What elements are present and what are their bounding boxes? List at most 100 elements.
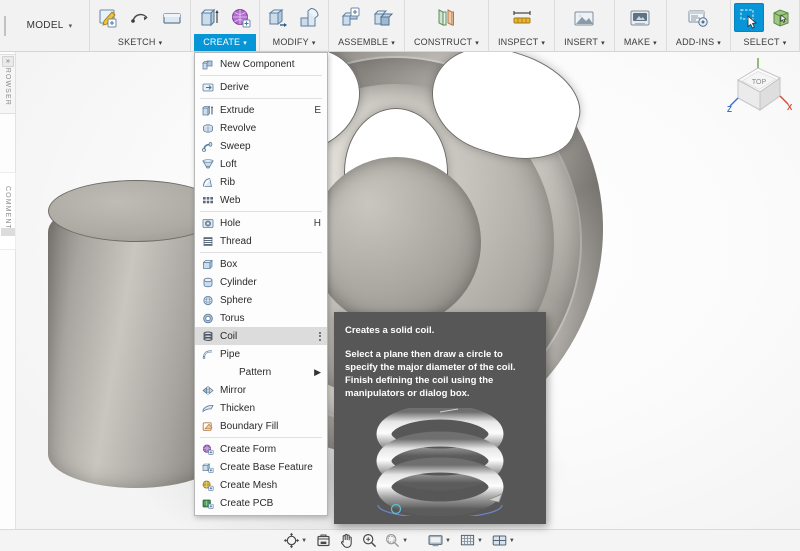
joint-icon[interactable] bbox=[368, 3, 398, 32]
menu-item-pipe[interactable]: Pipe bbox=[195, 345, 327, 363]
orbit-button[interactable]: ▼ bbox=[281, 532, 311, 550]
ribbon-panel-create: CREATE▾ bbox=[191, 0, 260, 51]
chevron-down-icon[interactable]: ▼ bbox=[509, 538, 515, 544]
revolve-icon bbox=[201, 122, 215, 135]
ribbon-panel-label-select[interactable]: SELECT▾ bbox=[734, 34, 796, 51]
create-dropdown-menu: New Component Derive Extrude E Revolve bbox=[194, 52, 328, 516]
chevron-down-icon[interactable]: ▼ bbox=[301, 538, 307, 544]
menu-item-label: Box bbox=[220, 259, 321, 270]
ribbon-panel-label-construct[interactable]: CONSTRUCT▾ bbox=[408, 34, 485, 51]
inspect-tool-icons bbox=[507, 2, 537, 33]
3d-print-icon[interactable] bbox=[625, 3, 655, 32]
torus-icon bbox=[201, 312, 215, 325]
sketch-dimension-icon[interactable] bbox=[125, 3, 155, 32]
chevron-down-icon[interactable]: ▼ bbox=[402, 538, 408, 544]
create-sketch-icon[interactable] bbox=[93, 3, 123, 32]
menu-item-new-component[interactable]: New Component bbox=[195, 55, 327, 73]
grid-snaps-button[interactable]: ▼ bbox=[457, 532, 487, 550]
chevron-down-icon: ▾ bbox=[601, 40, 605, 47]
create-form-icon[interactable] bbox=[226, 3, 256, 32]
menu-item-cylinder[interactable]: Cylinder bbox=[195, 273, 327, 291]
display-mode-icon[interactable] bbox=[766, 3, 796, 32]
insert-decal-icon[interactable] bbox=[569, 3, 599, 32]
viewports-button[interactable]: ▼ bbox=[489, 532, 519, 550]
menu-item-label: Mirror bbox=[220, 385, 321, 396]
ribbon-panel-select: SELECT▾ bbox=[731, 0, 800, 51]
ribbon-panel-label-inspect[interactable]: INSPECT▾ bbox=[492, 34, 551, 51]
menu-item-label: Thread bbox=[220, 236, 321, 247]
ribbon-panel-label-modify[interactable]: MODIFY▾ bbox=[263, 34, 325, 51]
addins-tool-icons bbox=[683, 2, 713, 33]
menu-item-create-form[interactable]: Create Form bbox=[195, 440, 327, 458]
rib-icon bbox=[201, 176, 215, 189]
menu-item-loft[interactable]: Loft bbox=[195, 155, 327, 173]
look-at-button[interactable] bbox=[313, 532, 334, 550]
pan-button[interactable] bbox=[336, 532, 357, 550]
sweep-icon bbox=[201, 140, 215, 153]
comments-panel-tab[interactable]: COMMENTS bbox=[0, 172, 16, 250]
chevron-down-icon[interactable]: ▼ bbox=[477, 538, 483, 544]
menu-item-sphere[interactable]: Sphere bbox=[195, 291, 327, 309]
thicken-icon bbox=[201, 402, 215, 415]
menu-item-hole[interactable]: Hole H bbox=[195, 214, 327, 232]
menu-item-label: Coil bbox=[220, 331, 313, 342]
ribbon-panel-make: MAKE▾ bbox=[615, 0, 667, 51]
view-cube-face-label: TOP bbox=[752, 79, 767, 86]
menu-item-label: Thicken bbox=[220, 403, 321, 414]
display-settings-button[interactable]: ▼ bbox=[425, 532, 455, 550]
fillet-icon[interactable] bbox=[295, 3, 325, 32]
menu-item-thicken[interactable]: Thicken bbox=[195, 399, 327, 417]
menu-item-create-base-feature[interactable]: Create Base Feature bbox=[195, 458, 327, 476]
menu-item-pattern[interactable]: Pattern ▶ bbox=[195, 363, 327, 381]
expand-panel-icon[interactable]: » bbox=[2, 56, 14, 67]
chevron-down-icon: ▾ bbox=[783, 40, 787, 47]
select-cursor-icon[interactable] bbox=[734, 3, 764, 32]
sphere-icon bbox=[201, 294, 215, 307]
menu-item-sweep[interactable]: Sweep bbox=[195, 137, 327, 155]
press-pull-icon[interactable] bbox=[263, 3, 293, 32]
ribbon-panel-label-assemble[interactable]: ASSEMBLE▾ bbox=[332, 34, 401, 51]
measure-icon[interactable] bbox=[507, 3, 537, 32]
menu-item-web[interactable]: Web bbox=[195, 191, 327, 209]
create-base-feature-icon bbox=[201, 461, 215, 474]
menu-item-boundary-fill[interactable]: Boundary Fill bbox=[195, 417, 327, 435]
select-tool-icons bbox=[734, 2, 796, 33]
sketch-rectangle-icon[interactable] bbox=[157, 3, 187, 32]
extrude-icon[interactable] bbox=[194, 3, 224, 32]
zoom-button[interactable] bbox=[359, 532, 380, 550]
ribbon-panel-addins: ADD-INS▾ bbox=[667, 0, 731, 51]
chevron-down-icon[interactable]: ▼ bbox=[445, 538, 451, 544]
ribbon-panel-label-addins[interactable]: ADD-INS▾ bbox=[670, 34, 727, 51]
menu-item-derive[interactable]: Derive bbox=[195, 78, 327, 96]
menu-item-mirror[interactable]: Mirror bbox=[195, 381, 327, 399]
chevron-down-icon: ▾ bbox=[653, 40, 657, 47]
menu-item-overflow-icon[interactable] bbox=[319, 332, 321, 341]
workspace-switcher[interactable]: MODEL ▾ bbox=[10, 0, 90, 51]
view-cube[interactable]: TOP Z X bbox=[722, 58, 794, 120]
menu-item-thread[interactable]: Thread bbox=[195, 232, 327, 250]
menu-item-coil[interactable]: Coil bbox=[195, 327, 327, 345]
new-component-icon[interactable] bbox=[336, 3, 366, 32]
menu-item-torus[interactable]: Torus bbox=[195, 309, 327, 327]
menu-item-extrude[interactable]: Extrude E bbox=[195, 101, 327, 119]
menu-item-create-mesh[interactable]: Create Mesh bbox=[195, 476, 327, 494]
tooltip-body: Select a plane then draw a circle to spe… bbox=[345, 348, 535, 400]
panel-resize-handle[interactable] bbox=[1, 228, 15, 236]
web-icon bbox=[201, 194, 215, 207]
menu-item-rib[interactable]: Rib bbox=[195, 173, 327, 191]
zoom-window-button[interactable]: ▼ bbox=[382, 532, 412, 550]
chevron-down-icon: ▾ bbox=[717, 40, 721, 47]
menu-item-label: Pattern bbox=[220, 367, 308, 378]
offset-plane-icon[interactable] bbox=[431, 3, 461, 32]
ribbon-panel-label-create[interactable]: CREATE▾ bbox=[194, 34, 256, 51]
menu-item-revolve[interactable]: Revolve bbox=[195, 119, 327, 137]
ribbon-panel-label-sketch[interactable]: SKETCH▾ bbox=[93, 34, 187, 51]
ribbon-grip[interactable] bbox=[0, 0, 10, 51]
ribbon-panel-label-make[interactable]: MAKE▾ bbox=[618, 34, 663, 51]
menu-item-create-pcb[interactable]: Create PCB bbox=[195, 494, 327, 512]
rim-hub bbox=[311, 157, 481, 327]
scripts-addins-icon[interactable] bbox=[683, 3, 713, 32]
ribbon-panel-label-insert[interactable]: INSERT▾ bbox=[558, 34, 611, 51]
menu-item-box[interactable]: Box bbox=[195, 255, 327, 273]
menu-item-label: New Component bbox=[220, 59, 321, 70]
